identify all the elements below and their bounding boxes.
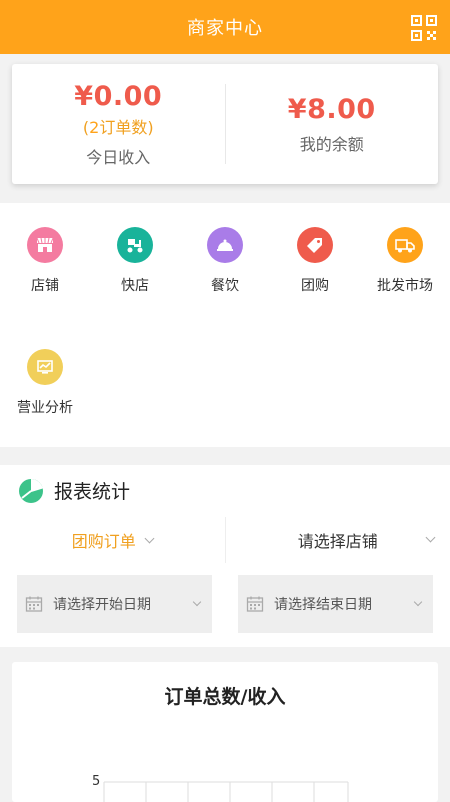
y-tick-label: 5 [92, 774, 100, 789]
menu-item-group-buy[interactable]: 团购 [270, 227, 360, 295]
menu-item-catering[interactable]: 餐饮 [180, 227, 270, 295]
store-select-dropdown[interactable]: 请选择店铺 [225, 517, 450, 563]
menu-label: 快店 [90, 275, 180, 295]
delivery-scooter-icon [117, 227, 153, 263]
report-header: 报表统计 [18, 477, 130, 504]
end-date-placeholder: 请选择结束日期 [274, 594, 372, 614]
page-title: 商家中心 [187, 14, 263, 40]
tag-icon [297, 227, 333, 263]
order-count: (2订单数) [12, 114, 225, 138]
balance-amount: ¥8.00 [226, 94, 439, 125]
end-date-picker[interactable]: 请选择结束日期 [238, 575, 433, 633]
today-income-panel[interactable]: ¥0.00 (2订单数) 今日收入 [12, 81, 225, 168]
pie-chart-icon [18, 478, 44, 504]
today-income-label: 今日收入 [12, 144, 225, 168]
balance-label: 我的余额 [226, 131, 439, 155]
feature-menu: 店铺 快店 餐饮 团购 批发市场 营业分析 [0, 203, 450, 447]
report-section: 报表统计 团购订单 请选择店铺 请选择开始日期 请选择结束日期 [0, 465, 450, 647]
menu-label: 店铺 [0, 275, 90, 295]
start-date-placeholder: 请选择开始日期 [53, 594, 151, 614]
report-title: 报表统计 [54, 477, 130, 504]
income-summary-card: ¥0.00 (2订单数) 今日收入 ¥8.00 我的余额 [12, 64, 438, 184]
report-filters: 团购订单 请选择店铺 [0, 517, 450, 563]
menu-label: 团购 [270, 275, 360, 295]
menu-label: 营业分析 [0, 397, 90, 417]
chart-area: 5 [12, 662, 438, 802]
chart-monitor-icon [27, 349, 63, 385]
menu-label: 餐饮 [180, 275, 270, 295]
calendar-icon [25, 595, 43, 613]
order-type-dropdown[interactable]: 团购订单 [0, 517, 225, 563]
menu-item-wholesale-market[interactable]: 批发市场 [360, 227, 450, 295]
store-icon [27, 227, 63, 263]
chevron-down-icon [144, 533, 154, 543]
food-cloche-icon [207, 227, 243, 263]
truck-icon [387, 227, 423, 263]
chevron-down-icon [426, 533, 436, 543]
chevron-down-icon [193, 598, 201, 606]
today-income-amount: ¥0.00 [12, 81, 225, 112]
order-type-value: 团购订单 [72, 528, 136, 552]
calendar-icon [246, 595, 264, 613]
menu-item-store[interactable]: 店铺 [0, 227, 90, 295]
menu-item-business-analysis[interactable]: 营业分析 [0, 349, 90, 417]
orders-income-chart: 订单总数/收入 5 [12, 662, 438, 802]
menu-item-quick-store[interactable]: 快店 [90, 227, 180, 295]
qr-code-icon[interactable] [410, 14, 438, 42]
menu-label: 批发市场 [360, 275, 450, 295]
app-header: 商家中心 [0, 0, 450, 54]
start-date-picker[interactable]: 请选择开始日期 [17, 575, 212, 633]
chevron-down-icon [414, 598, 422, 606]
balance-panel[interactable]: ¥8.00 我的余额 [226, 94, 439, 155]
store-select-placeholder: 请选择店铺 [298, 528, 378, 552]
